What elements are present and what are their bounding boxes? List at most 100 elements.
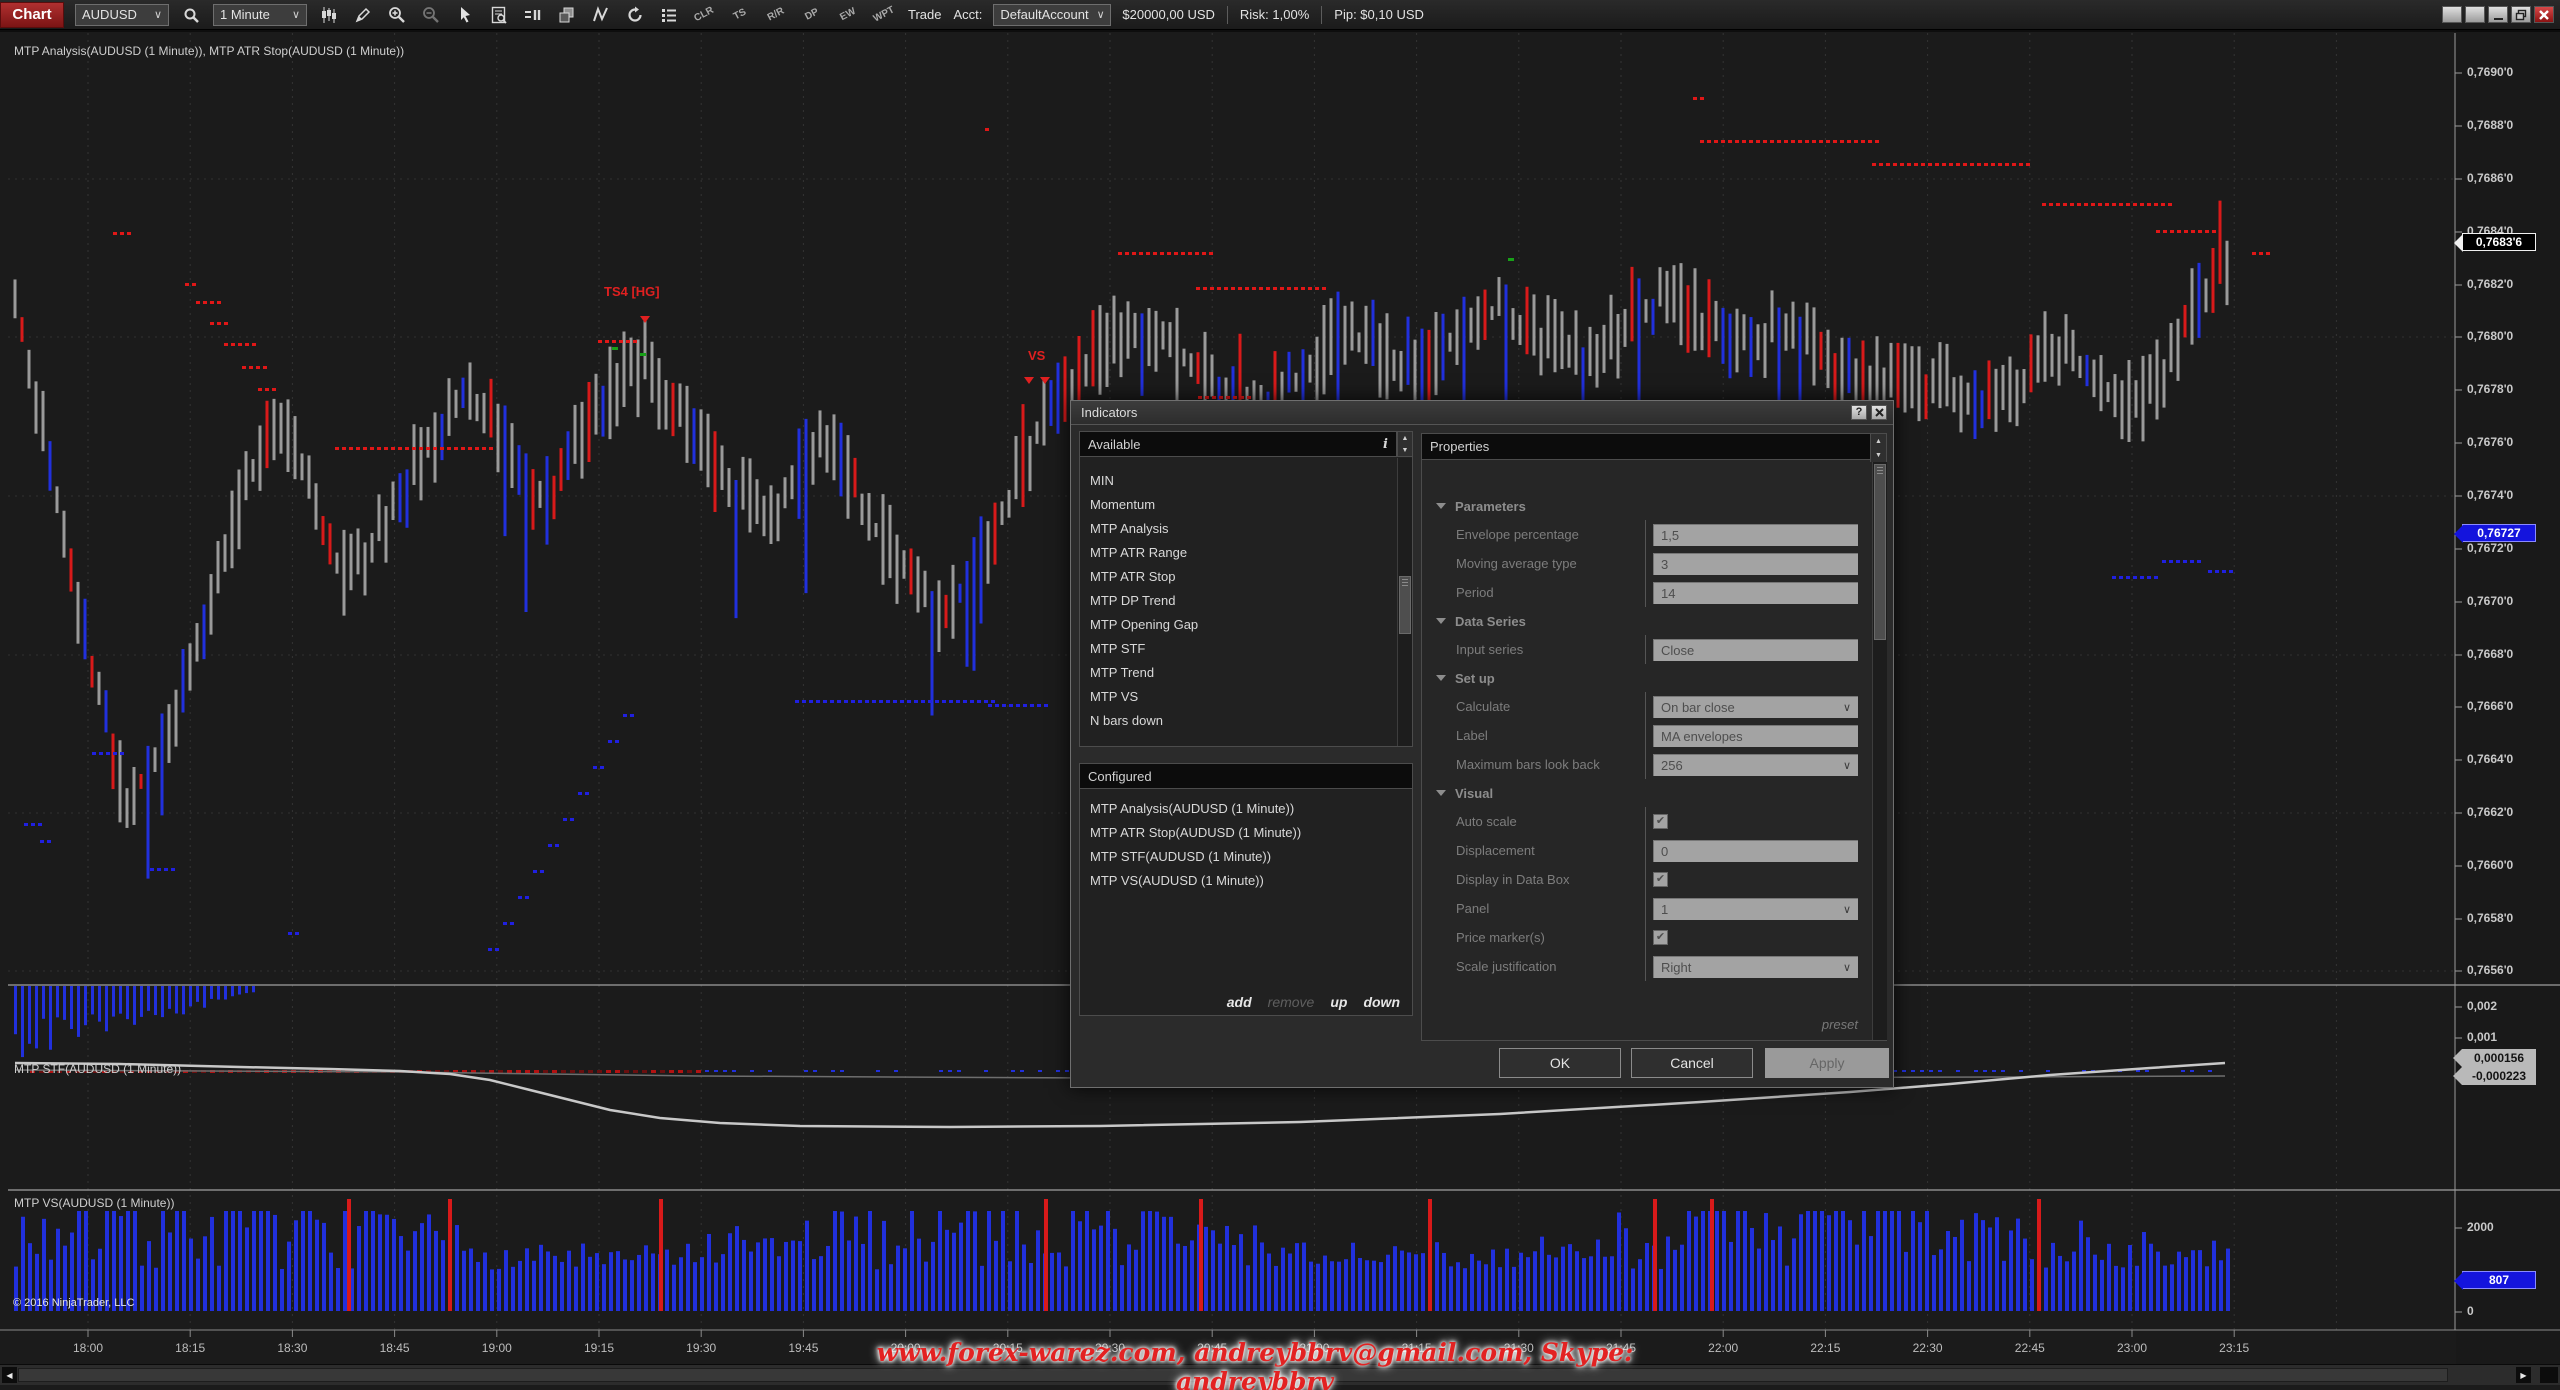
zigzag-icon[interactable] <box>589 4 613 26</box>
configured-item-mtp-stf-audusd-1-minute[interactable]: MTP STF(AUDUSD (1 Minute)) <box>1080 845 1412 869</box>
close-button[interactable] <box>2534 6 2554 23</box>
available-item-n-bars-down[interactable]: N bars down <box>1080 709 1412 733</box>
dialog-titlebar[interactable]: Indicators <box>1071 401 1893 425</box>
price-tick-label: 0,7668'0 <box>2467 647 2513 661</box>
scroll-left-button[interactable]: ◀ <box>2 1367 17 1383</box>
dialog-help-button[interactable]: ? <box>1851 405 1867 420</box>
property-group-set-up[interactable]: Set up <box>1422 664 1872 692</box>
restore-icon <box>2515 9 2527 21</box>
interval-selector[interactable]: 1 Minute ∨ <box>213 4 307 26</box>
property-group-visual[interactable]: Visual <box>1422 779 1872 807</box>
zoom-out-icon[interactable] <box>419 4 443 26</box>
chart-trader-icon[interactable] <box>487 4 511 26</box>
cursor-icon[interactable] <box>453 4 477 26</box>
window-extra-button-2[interactable] <box>2465 6 2485 23</box>
add-link[interactable]: add <box>1227 994 1252 1010</box>
configured-item-mtp-vs-audusd-1-minute[interactable]: MTP VS(AUDUSD (1 Minute)) <box>1080 869 1412 893</box>
available-item-mtp-dp-trend[interactable]: MTP DP Trend <box>1080 589 1412 613</box>
select-panel: 1∨ <box>1653 898 1858 920</box>
properties-spinner[interactable]: ▲▼ <box>1870 434 1886 462</box>
configured-item-mtp-atr-stop-audusd-1-minute[interactable]: MTP ATR Stop(AUDUSD (1 Minute)) <box>1080 821 1412 845</box>
available-list: MINMomentumMTP AnalysisMTP ATR RangeMTP … <box>1079 457 1413 747</box>
property-group-parameters[interactable]: Parameters <box>1422 492 1872 520</box>
tool-wpt-button[interactable]: WPT <box>868 3 900 27</box>
available-scrollbar[interactable] <box>1397 458 1412 746</box>
up-link[interactable]: up <box>1330 994 1347 1010</box>
properties-scrollbar[interactable] <box>1872 462 1887 1040</box>
input-period: 14 <box>1653 582 1858 604</box>
tool-ew-button[interactable]: EW <box>832 3 864 27</box>
info-icon[interactable]: i <box>1383 437 1388 452</box>
select-scale-justification: Right∨ <box>1653 956 1858 978</box>
available-item-mtp-opening-gap[interactable]: MTP Opening Gap <box>1080 613 1412 637</box>
price-marker-0000223: -0,000223 <box>2462 1067 2536 1085</box>
collapse-triangle-icon <box>1436 675 1446 681</box>
price-tick-label: 0,7658'0 <box>2467 911 2513 925</box>
scrollbar-thumb[interactable] <box>1874 464 1886 640</box>
available-item-momentum[interactable]: Momentum <box>1080 493 1412 517</box>
properties-header: Properties <box>1422 434 1870 460</box>
bars-period-icon[interactable] <box>521 4 545 26</box>
property-row-maximum-bars-look-back: Maximum bars look back256∨ <box>1422 750 1872 779</box>
candlestick-chart-icon[interactable] <box>317 4 341 26</box>
cancel-button[interactable]: Cancel <box>1631 1048 1753 1078</box>
price-tick-label: 0,7676'0 <box>2467 435 2513 449</box>
price-marker-076727: 0,76727 <box>2462 524 2536 542</box>
time-axis-label: 23:15 <box>2219 1341 2249 1355</box>
stf-tick-label: 0,001 <box>2467 1030 2497 1044</box>
dialog-close-button[interactable] <box>1871 405 1887 420</box>
chevron-down-icon: ∨ <box>284 8 300 21</box>
input-displacement: 0 <box>1653 840 1858 862</box>
chart-annotation: TS4 [HG] <box>604 284 660 299</box>
available-item-mtp-atr-stop[interactable]: MTP ATR Stop <box>1080 565 1412 589</box>
instrument-selector[interactable]: AUDUSD ∨ <box>75 4 169 26</box>
scrollbar-thumb[interactable] <box>1399 576 1411 634</box>
tool-dp-button[interactable]: DP <box>796 3 828 27</box>
copyright-text: © 2016 NinjaTrader, LLC <box>13 1297 134 1309</box>
pencil-draw-icon[interactable] <box>351 4 375 26</box>
indicator-list-icon[interactable] <box>657 4 681 26</box>
tool-rr-button[interactable]: R/R <box>760 3 792 27</box>
zoom-in-icon[interactable] <box>385 4 409 26</box>
available-item-mtp-stf[interactable]: MTP STF <box>1080 637 1412 661</box>
property-row-panel: Panel1∨ <box>1422 894 1872 923</box>
time-axis-label: 22:30 <box>1913 1341 1943 1355</box>
available-item-mtp-trend[interactable]: MTP Trend <box>1080 661 1412 685</box>
chevron-down-icon: ∨ <box>146 8 162 21</box>
property-group-data-series[interactable]: Data Series <box>1422 607 1872 635</box>
window-title-tab[interactable]: Chart <box>0 2 64 28</box>
price-tick-label: 0,7672'0 <box>2467 541 2513 555</box>
down-link[interactable]: down <box>1363 994 1400 1010</box>
restore-button[interactable] <box>2511 6 2531 23</box>
scroll-right-button[interactable]: ▶ <box>2516 1367 2531 1383</box>
window-controls <box>2442 6 2560 23</box>
window-extra-button-1[interactable] <box>2442 6 2462 23</box>
resize-grip[interactable] <box>2540 1367 2558 1383</box>
available-item-min[interactable]: MIN <box>1080 469 1412 493</box>
checkbox-auto-scale: ✔ <box>1653 814 1668 829</box>
available-spinner[interactable]: ▲▼ <box>1397 431 1413 457</box>
configured-item-mtp-analysis-audusd-1-minute[interactable]: MTP Analysis(AUDUSD (1 Minute)) <box>1080 797 1412 821</box>
ok-button[interactable]: OK <box>1499 1048 1621 1078</box>
available-item-mtp-vs[interactable]: MTP VS <box>1080 685 1412 709</box>
available-item-mtp-analysis[interactable]: MTP Analysis <box>1080 517 1412 541</box>
time-axis-label: 19:00 <box>482 1341 512 1355</box>
down-arrow-marker <box>640 316 650 323</box>
time-axis-label: 18:00 <box>73 1341 103 1355</box>
price-marker-807: 807 <box>2462 1271 2536 1289</box>
chevron-down-icon: ∨ <box>1843 759 1851 772</box>
vs-panel-title: MTP VS(AUDUSD (1 Minute)) <box>14 1196 174 1210</box>
reload-icon[interactable] <box>623 4 647 26</box>
instrument-search-icon[interactable] <box>179 4 203 26</box>
time-axis-label: 19:30 <box>686 1341 716 1355</box>
minimize-button[interactable] <box>2488 6 2508 23</box>
price-tick-label: 0,7682'0 <box>2467 277 2513 291</box>
layers-icon[interactable] <box>555 4 579 26</box>
preset-link[interactable]: preset <box>1822 1017 1858 1032</box>
chevron-down-icon: ∨ <box>1089 8 1105 21</box>
main-panel-title: MTP Analysis(AUDUSD (1 Minute)), MTP ATR… <box>14 44 404 58</box>
account-selector[interactable]: DefaultAccount ∨ <box>993 4 1111 26</box>
tool-clr-button[interactable]: CLR <box>688 3 720 27</box>
available-item-mtp-atr-range[interactable]: MTP ATR Range <box>1080 541 1412 565</box>
tool-ts-button[interactable]: TS <box>724 3 756 27</box>
